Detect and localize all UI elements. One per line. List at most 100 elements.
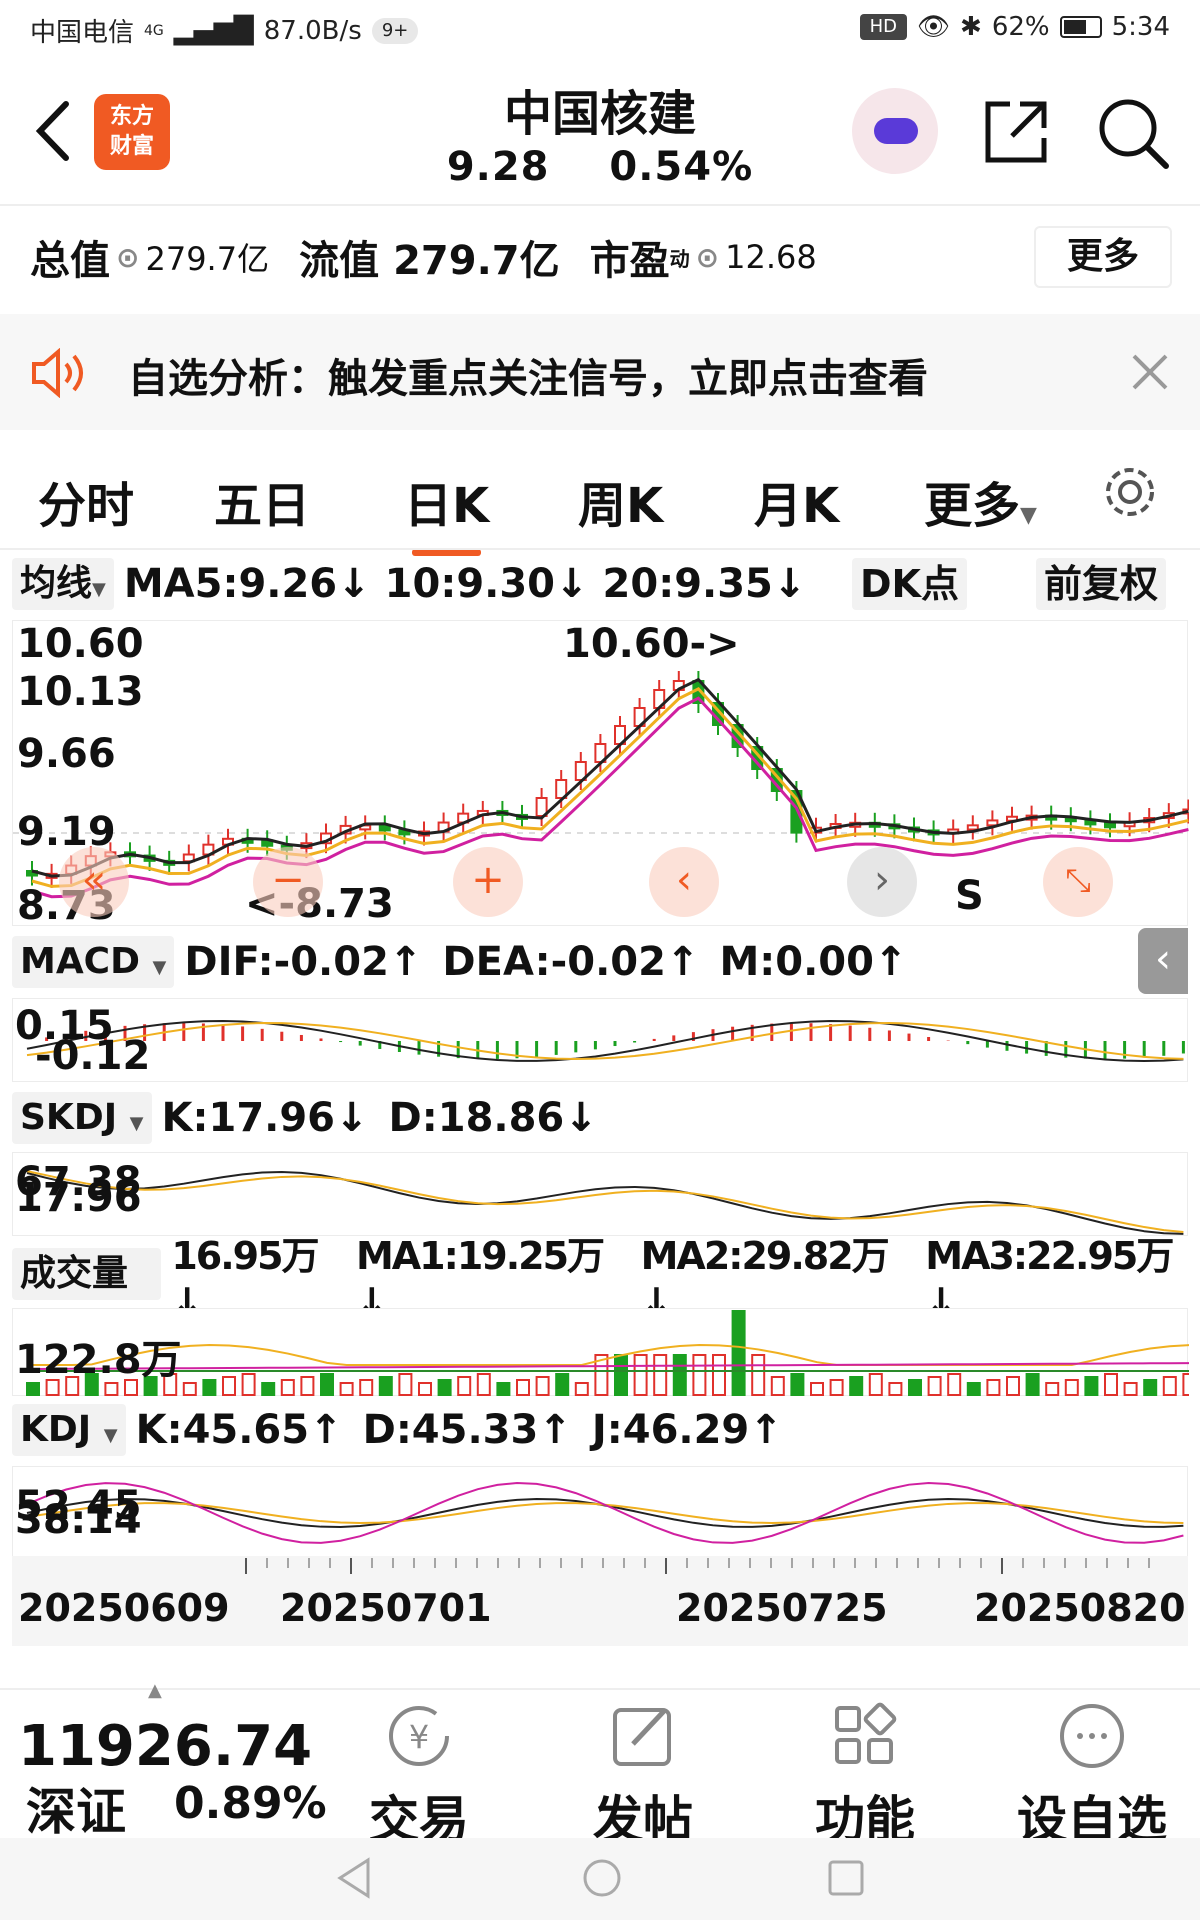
search-icon[interactable] bbox=[1096, 96, 1172, 172]
trade-button[interactable]: ¥ 交易 bbox=[344, 1700, 494, 1852]
volume-bar bbox=[633, 1354, 648, 1396]
post-button[interactable]: 发帖 bbox=[568, 1700, 718, 1852]
volume-bar bbox=[398, 1373, 413, 1396]
volume-bar bbox=[418, 1382, 432, 1396]
zoom-in-icon[interactable]: + bbox=[453, 847, 523, 917]
kdj-j: J:46.29↑ bbox=[591, 1407, 783, 1453]
scroll-right-icon[interactable]: › bbox=[847, 847, 917, 917]
kdj-selector[interactable]: KDJ ▼ bbox=[12, 1404, 126, 1456]
date-ticks bbox=[245, 1558, 1150, 1574]
volume-bar bbox=[261, 1382, 276, 1396]
index-name: 深证 bbox=[26, 1783, 126, 1841]
period-tabs: 分时 五日 日K 周K 月K 更多▼ bbox=[0, 448, 1200, 556]
volume-bar bbox=[790, 1373, 805, 1396]
macd-axis-bottom: -0.12 bbox=[35, 1033, 151, 1079]
tab-more[interactable]: 更多▼ bbox=[924, 466, 1037, 536]
info-circle-icon[interactable]: ⊙ bbox=[116, 241, 139, 274]
volume-bar bbox=[1162, 1376, 1177, 1396]
date-label-2: 20250701 bbox=[280, 1586, 492, 1630]
volume-bar bbox=[712, 1354, 726, 1396]
settings-gear-icon[interactable] bbox=[1100, 462, 1160, 522]
tab-monthly-k[interactable]: 月K bbox=[754, 466, 839, 536]
skdj-d: D:18.86↓ bbox=[388, 1095, 598, 1141]
skdj-selector[interactable]: SKDJ ▼ bbox=[12, 1092, 152, 1144]
volume-bar bbox=[672, 1354, 687, 1396]
tab-more-label: 更多 bbox=[924, 478, 1021, 534]
skdj-axis-bottom: 17.96 bbox=[15, 1175, 142, 1221]
volume-bar bbox=[516, 1379, 530, 1396]
volume-bar bbox=[1123, 1382, 1138, 1396]
kline-panel[interactable]: 10.60 10.13 9.66 9.19 8.73 10.60-> <-8.7… bbox=[12, 620, 1195, 929]
volume-bar bbox=[574, 1382, 589, 1396]
tab-daily-k[interactable]: 日K bbox=[404, 466, 489, 556]
status-bar: 中国电信 4G ▂▄▆█ 87.0B/s 9+ HD 👁 ✱ 62% 5:34 bbox=[0, 0, 1200, 56]
index-value[interactable]: 11926.74 bbox=[18, 1714, 312, 1779]
volume-bar bbox=[476, 1373, 491, 1396]
system-nav-bar bbox=[0, 1838, 1200, 1920]
expand-up-icon[interactable]: ▲ bbox=[148, 1680, 162, 1701]
dk-point-button[interactable]: DK点 bbox=[852, 558, 967, 610]
volume-bar bbox=[1025, 1373, 1040, 1396]
macd-selector[interactable]: MACD ▼ bbox=[12, 936, 175, 988]
collapse-panel-icon[interactable]: ‹ bbox=[1138, 928, 1188, 994]
macd-panel[interactable]: 0.15 -0.12 bbox=[12, 998, 1188, 1082]
volume-bar bbox=[849, 1376, 864, 1396]
share-icon[interactable] bbox=[980, 96, 1052, 168]
volume-selector[interactable]: 成交量 ▼ bbox=[12, 1248, 162, 1342]
volume-bar bbox=[1064, 1379, 1079, 1396]
svg-text:¥: ¥ bbox=[409, 1718, 429, 1756]
volume-chart bbox=[26, 1310, 1197, 1396]
tab-weekly-k[interactable]: 周K bbox=[578, 466, 663, 536]
ma-selector[interactable]: 均线▼ bbox=[12, 558, 114, 610]
eye-icon: 👁 bbox=[917, 12, 951, 42]
volume-bar bbox=[966, 1382, 981, 1396]
dropdown-icon: ▼ bbox=[152, 957, 167, 978]
scroll-left-icon[interactable]: ‹ bbox=[649, 847, 719, 917]
volume-bar bbox=[359, 1379, 374, 1396]
volume-bar bbox=[614, 1354, 628, 1396]
macd-indicator-row: MACD ▼ DIF:-0.02↑ DEA:-0.02↑ M:0.00↑ bbox=[12, 934, 907, 990]
battery-percent: 62% bbox=[991, 12, 1050, 42]
volume-bar bbox=[947, 1373, 962, 1396]
volume-bar bbox=[868, 1373, 883, 1396]
high-marker: 10.60-> bbox=[563, 621, 740, 667]
nav-recents-icon[interactable] bbox=[826, 1858, 866, 1898]
volume-panel[interactable]: 122.8万 bbox=[12, 1308, 1197, 1396]
volume-bar bbox=[241, 1373, 256, 1396]
nav-home-icon[interactable] bbox=[580, 1856, 624, 1900]
stock-change: 0.54% bbox=[609, 144, 754, 190]
battery-icon bbox=[1059, 16, 1102, 38]
volume-bar bbox=[1104, 1373, 1118, 1396]
date-axis: 20250609 20250701 20250725 20250820 bbox=[12, 1556, 1188, 1646]
volume-bar bbox=[457, 1376, 472, 1396]
fullscreen-icon[interactable]: ⤡ bbox=[1043, 847, 1113, 917]
volume-bar bbox=[927, 1376, 942, 1396]
float-value: 279.7亿 bbox=[393, 238, 560, 284]
volume-bar bbox=[222, 1376, 236, 1396]
volume-ma1-line bbox=[33, 1344, 1190, 1366]
grid-icon bbox=[835, 1702, 897, 1764]
speaker-icon bbox=[32, 348, 83, 398]
ma20-value: 20:9.35↓ bbox=[602, 561, 807, 607]
nav-back-icon[interactable] bbox=[334, 1856, 374, 1900]
skdj-indicator-row: SKDJ ▼ K:17.96↓ D:18.86↓ bbox=[12, 1090, 598, 1146]
scroll-left-fast-icon[interactable]: « bbox=[59, 847, 129, 917]
tab-five-day[interactable]: 五日 bbox=[214, 466, 310, 536]
assistant-robot-icon[interactable] bbox=[852, 88, 938, 174]
zoom-out-icon[interactable]: − bbox=[253, 847, 323, 917]
volume-bar bbox=[300, 1376, 315, 1396]
volume-bar bbox=[1006, 1376, 1020, 1396]
clock: 5:34 bbox=[1111, 12, 1170, 42]
skdj-panel[interactable]: 67.38 17.96 bbox=[12, 1152, 1188, 1236]
notification-badge: 9+ bbox=[371, 17, 419, 44]
close-icon[interactable] bbox=[1130, 352, 1170, 392]
more-button[interactable]: 更多 bbox=[1034, 226, 1172, 288]
add-watchlist-button[interactable]: 设自选 bbox=[1012, 1700, 1172, 1852]
kdj-panel[interactable]: 52.45 38.14 bbox=[12, 1466, 1188, 1558]
functions-button[interactable]: 功能 bbox=[790, 1700, 940, 1852]
volume-indicator-row: 成交量 ▼ 16.95万↓ MA1:19.25万↓ MA2:29.82万↓ MA… bbox=[12, 1234, 1200, 1342]
tab-intraday[interactable]: 分时 bbox=[38, 466, 134, 536]
info-circle-icon[interactable]: ⊙ bbox=[696, 241, 719, 274]
price-adjust-button[interactable]: 前复权 bbox=[1036, 558, 1167, 610]
analysis-banner[interactable]: 自选分析：触发重点关注信号，立即点击查看 bbox=[0, 314, 1200, 430]
